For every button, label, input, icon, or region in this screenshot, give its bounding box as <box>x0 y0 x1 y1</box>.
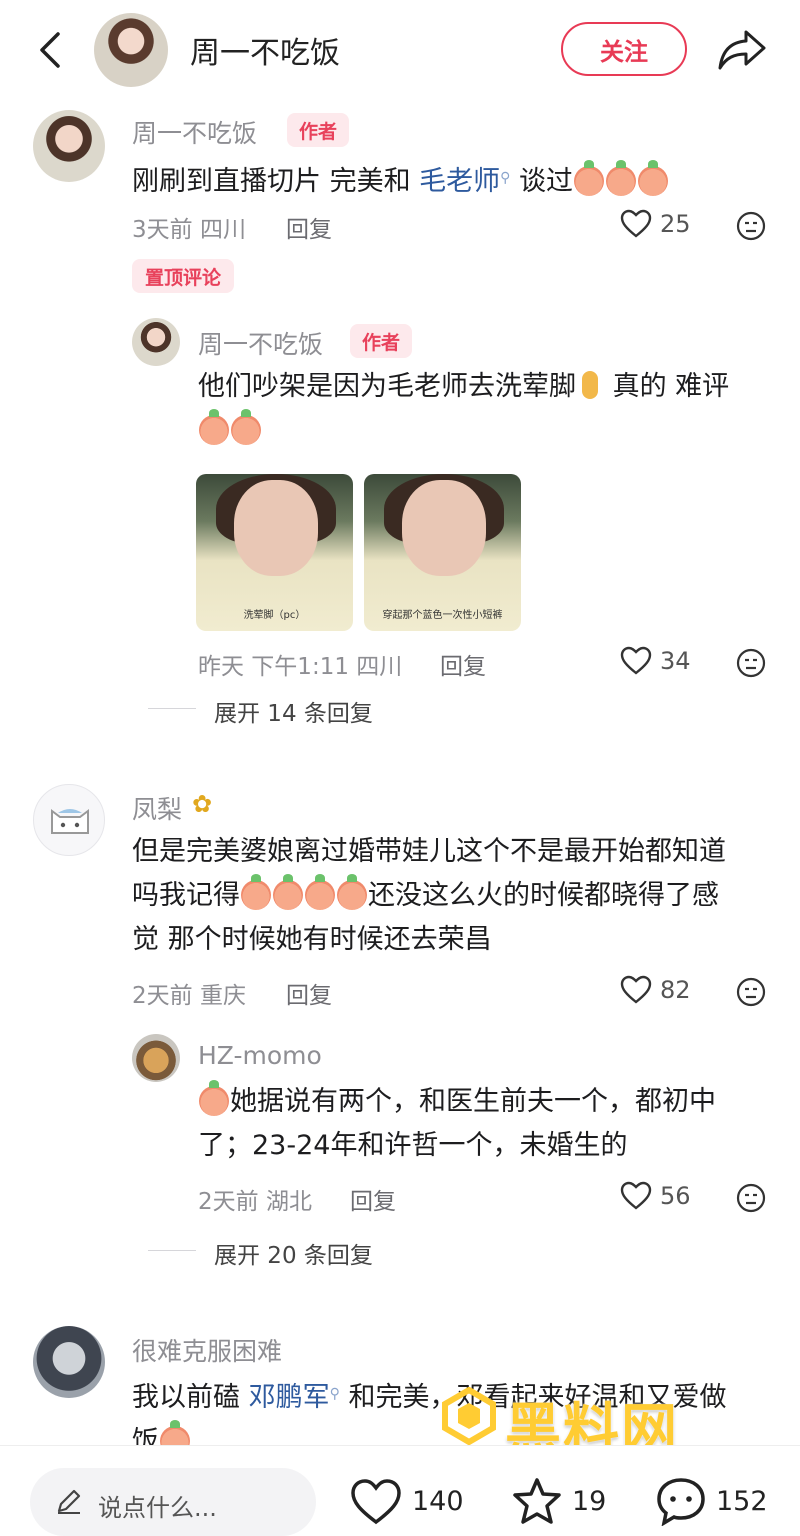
foot-emoji-icon <box>582 371 598 399</box>
crying-emoji-icon <box>606 160 637 196</box>
reply-text: 他们吵架是因为毛老师去洗荤脚 真的 难评 <box>198 365 778 409</box>
search-icon: ⚲ <box>329 1386 340 1402</box>
like-count: 56 <box>660 1182 691 1210</box>
reply-button[interactable]: 回复 <box>350 1182 396 1216</box>
reply-image[interactable]: 洗荤脚（pc） <box>196 474 353 631</box>
crying-emoji-icon <box>199 409 229 445</box>
like-count: 34 <box>660 647 691 675</box>
laughing-emoji-icon <box>305 874 335 910</box>
image-caption: 穿起那个蓝色一次性小短裤 <box>382 610 503 621</box>
reply-button[interactable]: 回复 <box>286 210 332 244</box>
reply-button[interactable]: 回复 <box>286 976 332 1010</box>
mention-link[interactable]: 邓鹏军 <box>249 1382 330 1413</box>
comment-text-part: 谈过 <box>510 166 574 197</box>
expand-replies-button[interactable]: 展开 14 条回复 <box>214 694 373 728</box>
post-star-count: 19 <box>572 1486 607 1517</box>
comment-bubble-icon[interactable] <box>654 1476 708 1526</box>
like-button[interactable]: 56 <box>620 1181 691 1211</box>
like-post-icon[interactable] <box>350 1478 402 1526</box>
cat-icon <box>51 809 89 834</box>
like-button[interactable]: 82 <box>620 975 691 1005</box>
comment-text-part: 和完美，邓看起来好温和又爱做 <box>339 1382 727 1413</box>
reply-text-part: 她据说有两个，和医生前夫一个，都初中 <box>230 1086 716 1117</box>
like-button[interactable]: 34 <box>620 646 691 676</box>
image-face <box>402 480 486 576</box>
comment-line: 觉 那个时候她有时候还去荣昌 <box>132 924 492 955</box>
avatar[interactable] <box>132 1034 180 1082</box>
comment-line: 吗我记得 还没这么火的时候都晓得了感 <box>132 874 782 918</box>
comment-text: 刚刷到直播切片 完美和 毛老师⚲ 谈过 <box>132 156 772 204</box>
follow-button[interactable]: 关注 <box>561 22 687 76</box>
crying-emoji-icon <box>199 1080 229 1116</box>
laughing-emoji-icon <box>337 874 367 910</box>
like-count: 25 <box>660 210 691 238</box>
reply-meta: 2天前 湖北 <box>198 1189 312 1215</box>
dislike-emoji-icon[interactable] <box>736 977 766 1007</box>
header-avatar[interactable] <box>94 13 168 87</box>
dislike-emoji-icon[interactable] <box>736 648 766 678</box>
heart-icon <box>620 646 652 675</box>
like-button[interactable]: 25 <box>620 209 691 239</box>
pinned-badge: 置顶评论 <box>132 259 235 293</box>
avatar[interactable] <box>132 318 180 366</box>
reply-text-part: 他们吵架是因为毛老师去洗荤脚 <box>198 371 576 402</box>
avatar[interactable] <box>33 784 105 856</box>
heart-icon <box>620 975 652 1004</box>
avatar[interactable] <box>33 110 105 182</box>
reply-meta: 昨天 下午1:11 四川 <box>198 654 403 680</box>
crying-emoji-icon <box>638 160 669 196</box>
author-badge: 作者 <box>350 324 413 358</box>
comment-text: 但是完美婆娘离过婚带娃儿这个不是最开始都知道 吗我记得 还没这么火的时候都晓得了感… <box>132 830 782 962</box>
avatar[interactable] <box>33 1326 105 1398</box>
comment-input-placeholder[interactable]: 说点什么... <box>98 1488 217 1523</box>
comment-line: 但是完美婆娘离过婚带娃儿这个不是最开始都知道 <box>132 836 726 867</box>
dislike-emoji-icon[interactable] <box>736 211 766 241</box>
mention-link[interactable]: 毛老师 <box>419 166 500 197</box>
crying-emoji-icon <box>231 409 261 445</box>
comment-meta: 3天前 四川 <box>132 217 246 243</box>
heart-icon <box>620 209 652 238</box>
reply-username[interactable]: HZ-momo <box>198 1041 322 1070</box>
reply-text-part: 真的 难评 <box>604 371 730 402</box>
share-icon[interactable] <box>716 26 768 74</box>
reply-emoji-row <box>198 409 262 445</box>
search-icon: ⚲ <box>500 170 511 186</box>
back-icon[interactable] <box>30 28 74 72</box>
header-username[interactable]: 周一不吃饭 <box>190 28 340 72</box>
reply-username[interactable]: 周一不吃饭 <box>198 325 323 361</box>
comment-meta: 2天前 重庆 <box>132 983 246 1009</box>
heart-icon <box>620 1181 652 1210</box>
crying-emoji-icon <box>574 160 605 196</box>
like-count: 82 <box>660 976 691 1004</box>
laughing-emoji-icon <box>241 874 271 910</box>
pencil-icon <box>57 1489 81 1514</box>
expand-divider <box>148 708 196 709</box>
image-face <box>234 480 318 576</box>
comment-username[interactable]: 很难克服困难 <box>132 1332 282 1368</box>
reply-text: 她据说有两个，和医生前夫一个，都初中 了；23-24年和许哲一个，未婚生的 <box>198 1080 778 1168</box>
comment-username[interactable]: 周一不吃饭 <box>132 114 257 150</box>
reply-line: 她据说有两个，和医生前夫一个，都初中 <box>198 1080 778 1124</box>
reply-image[interactable]: 穿起那个蓝色一次性小短裤 <box>364 474 521 631</box>
star-icon[interactable] <box>510 1476 564 1526</box>
comment-username[interactable]: 凤梨 <box>132 790 182 826</box>
comment-line: 我以前磕 邓鹏军⚲ 和完美，邓看起来好温和又爱做 <box>132 1372 782 1420</box>
author-badge: 作者 <box>287 113 350 147</box>
reply-button[interactable]: 回复 <box>440 647 486 681</box>
reply-line: 了；23-24年和许哲一个，未婚生的 <box>198 1130 628 1161</box>
comment-text-part: 我以前磕 <box>132 1382 249 1413</box>
comment-text-part: 还没这么火的时候都晓得了感 <box>368 880 719 911</box>
comment-text-part: 吗我记得 <box>132 880 240 911</box>
comment-text-part: 刚刷到直播切片 完美和 <box>132 166 420 197</box>
expand-divider <box>148 1250 196 1251</box>
top-bar: 周一不吃饭 关注 <box>0 0 800 100</box>
dislike-emoji-icon[interactable] <box>736 1183 766 1213</box>
expand-replies-button[interactable]: 展开 20 条回复 <box>214 1236 373 1270</box>
post-comment-count: 152 <box>716 1486 768 1517</box>
laughing-emoji-icon <box>273 874 303 910</box>
post-like-count: 140 <box>412 1486 464 1517</box>
image-caption: 洗荤脚（pc） <box>243 610 306 621</box>
pineapple-icon: ✿ <box>192 790 213 818</box>
